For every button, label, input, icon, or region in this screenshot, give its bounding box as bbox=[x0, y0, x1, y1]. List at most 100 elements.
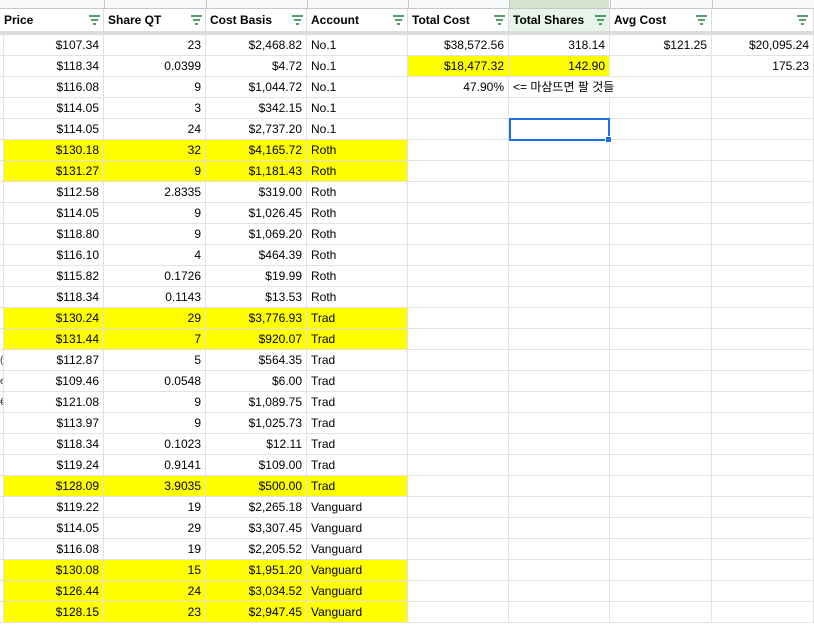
avg-cost-cell[interactable] bbox=[610, 350, 712, 371]
total-shares-cell[interactable] bbox=[509, 455, 610, 476]
avg-cost-cell[interactable] bbox=[610, 56, 712, 77]
extra-cell[interactable] bbox=[712, 392, 814, 413]
account-cell[interactable]: Roth bbox=[307, 287, 408, 308]
extra-cell[interactable] bbox=[712, 329, 814, 350]
price-cell[interactable]: $126.44 bbox=[4, 581, 104, 602]
total-shares-cell[interactable] bbox=[509, 329, 610, 350]
account-cell[interactable]: No.1 bbox=[307, 98, 408, 119]
price-cell[interactable]: $128.15 bbox=[4, 602, 104, 623]
cost-basis-cell[interactable]: $3,776.93 bbox=[206, 308, 307, 329]
avg-cost-cell[interactable] bbox=[610, 371, 712, 392]
extra-cell[interactable] bbox=[712, 98, 814, 119]
price-cell[interactable]: $107.34 bbox=[4, 35, 104, 56]
total-cost-cell[interactable]: 47.90% bbox=[408, 77, 509, 98]
account-cell[interactable]: Roth bbox=[307, 140, 408, 161]
total-shares-cell[interactable] bbox=[509, 308, 610, 329]
share-qt-cell[interactable]: 19 bbox=[104, 497, 206, 518]
share-qt-cell[interactable]: 32 bbox=[104, 140, 206, 161]
cost-basis-cell[interactable]: $464.39 bbox=[206, 245, 307, 266]
total-shares-cell[interactable]: 142.90 bbox=[509, 56, 610, 77]
total-shares-cell[interactable] bbox=[509, 392, 610, 413]
cost-basis-cell[interactable]: $500.00 bbox=[206, 476, 307, 497]
filter-icon[interactable] bbox=[292, 15, 303, 25]
total-cost-cell[interactable]: $18,477.32 bbox=[408, 56, 509, 77]
total-cost-cell[interactable] bbox=[408, 182, 509, 203]
avg-cost-cell[interactable] bbox=[610, 245, 712, 266]
total-shares-cell[interactable] bbox=[509, 245, 610, 266]
share-qt-cell[interactable]: 9 bbox=[104, 161, 206, 182]
avg-cost-cell[interactable] bbox=[610, 476, 712, 497]
avg-cost-cell[interactable] bbox=[610, 203, 712, 224]
share-qt-cell[interactable]: 19 bbox=[104, 539, 206, 560]
price-cell[interactable]: $116.10 bbox=[4, 245, 104, 266]
account-cell[interactable]: Trad bbox=[307, 308, 408, 329]
share-qt-cell[interactable]: 0.9141 bbox=[104, 455, 206, 476]
share-qt-cell[interactable]: 0.1143 bbox=[104, 287, 206, 308]
price-cell[interactable]: $116.08 bbox=[4, 77, 104, 98]
share-qt-cell[interactable]: 9 bbox=[104, 224, 206, 245]
account-cell[interactable]: Trad bbox=[307, 455, 408, 476]
price-cell[interactable]: $114.05 bbox=[4, 518, 104, 539]
total-shares-cell[interactable] bbox=[509, 560, 610, 581]
total-cost-cell[interactable] bbox=[408, 203, 509, 224]
total-cost-cell[interactable] bbox=[408, 413, 509, 434]
total-shares-cell[interactable] bbox=[509, 434, 610, 455]
filter-icon[interactable] bbox=[191, 15, 202, 25]
filter-icon[interactable] bbox=[595, 15, 606, 25]
total-cost-cell[interactable] bbox=[408, 434, 509, 455]
avg-cost-cell[interactable] bbox=[610, 98, 712, 119]
avg-cost-cell[interactable] bbox=[610, 602, 712, 623]
total-cost-cell[interactable] bbox=[408, 245, 509, 266]
total-shares-cell[interactable] bbox=[509, 140, 610, 161]
extra-cell[interactable] bbox=[712, 434, 814, 455]
cost-basis-cell[interactable]: $1,089.75 bbox=[206, 392, 307, 413]
share-qt-cell[interactable]: 9 bbox=[104, 413, 206, 434]
total-shares-cell[interactable] bbox=[509, 497, 610, 518]
account-cell[interactable]: Trad bbox=[307, 413, 408, 434]
extra-cell[interactable] bbox=[712, 413, 814, 434]
extra-cell[interactable] bbox=[712, 119, 814, 140]
account-cell[interactable]: Roth bbox=[307, 161, 408, 182]
avg-cost-cell[interactable] bbox=[610, 140, 712, 161]
total-shares-cell[interactable] bbox=[509, 203, 610, 224]
price-cell[interactable]: $119.24 bbox=[4, 455, 104, 476]
account-cell[interactable]: Trad bbox=[307, 350, 408, 371]
share-qt-cell[interactable]: 24 bbox=[104, 119, 206, 140]
account-cell[interactable]: Vanguard bbox=[307, 581, 408, 602]
total-shares-cell[interactable] bbox=[509, 602, 610, 623]
extra-cell[interactable] bbox=[712, 581, 814, 602]
extra-cell[interactable] bbox=[712, 476, 814, 497]
avg-cost-cell[interactable] bbox=[610, 119, 712, 140]
total-cost-cell[interactable] bbox=[408, 392, 509, 413]
cost-basis-cell[interactable]: $920.07 bbox=[206, 329, 307, 350]
total-cost-cell[interactable] bbox=[408, 560, 509, 581]
total-cost-cell[interactable] bbox=[408, 497, 509, 518]
price-cell[interactable]: $131.44 bbox=[4, 329, 104, 350]
cost-basis-cell[interactable]: $342.15 bbox=[206, 98, 307, 119]
account-cell[interactable]: No.1 bbox=[307, 119, 408, 140]
cost-basis-cell[interactable]: $1,181.43 bbox=[206, 161, 307, 182]
avg-cost-cell[interactable] bbox=[610, 224, 712, 245]
price-cell[interactable]: $121.08 bbox=[4, 392, 104, 413]
avg-cost-cell[interactable] bbox=[610, 77, 712, 98]
share-qt-cell[interactable]: 23 bbox=[104, 35, 206, 56]
cost-basis-cell[interactable]: $1,951.20 bbox=[206, 560, 307, 581]
share-qt-cell[interactable]: 29 bbox=[104, 518, 206, 539]
extra-cell[interactable] bbox=[712, 560, 814, 581]
cost-basis-cell[interactable]: $1,044.72 bbox=[206, 77, 307, 98]
account-cell[interactable]: Vanguard bbox=[307, 539, 408, 560]
extra-cell[interactable] bbox=[712, 203, 814, 224]
extra-cell[interactable]: $20,095.24 bbox=[712, 35, 814, 56]
filter-icon[interactable] bbox=[494, 15, 505, 25]
filter-icon[interactable] bbox=[696, 15, 707, 25]
total-cost-cell[interactable] bbox=[408, 266, 509, 287]
total-shares-cell[interactable] bbox=[509, 266, 610, 287]
cost-basis-cell[interactable]: $6.00 bbox=[206, 371, 307, 392]
total-cost-cell[interactable] bbox=[408, 371, 509, 392]
cost-basis-cell[interactable]: $319.00 bbox=[206, 182, 307, 203]
total-cost-cell[interactable] bbox=[408, 224, 509, 245]
total-cost-cell[interactable] bbox=[408, 350, 509, 371]
total-cost-cell[interactable] bbox=[408, 455, 509, 476]
cost-basis-cell[interactable]: $2,947.45 bbox=[206, 602, 307, 623]
share-qt-cell[interactable]: 3.9035 bbox=[104, 476, 206, 497]
